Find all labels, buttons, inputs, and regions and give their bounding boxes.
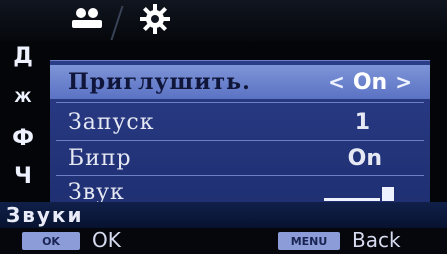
menu-row-beep[interactable]: Бипр On: [50, 141, 430, 175]
people-icon: [67, 6, 107, 36]
volume-level-block: [382, 187, 394, 201]
mute-value-selector[interactable]: < On >: [328, 70, 412, 95]
menu-row-value: 1: [354, 109, 370, 135]
top-tab-bar: [0, 0, 447, 42]
gear-icon: [138, 2, 172, 40]
ok-hint-label: OK: [92, 228, 121, 252]
chevron-left-icon[interactable]: <: [328, 70, 345, 94]
menu-row-mute[interactable]: Приглушить. < On >: [50, 65, 430, 99]
menu-row-label: Бипр: [68, 145, 132, 171]
menu-row-startup[interactable]: Запуск 1: [50, 105, 430, 139]
volume-slider[interactable]: [324, 187, 394, 201]
row-divider: [56, 102, 424, 103]
left-menu-letter: Ж: [14, 90, 32, 106]
volume-track: [324, 198, 380, 201]
menu-row-label: Звук: [68, 179, 125, 205]
menu-row-label: Приглушить.: [68, 69, 251, 95]
left-menu-letter: Д: [13, 44, 33, 69]
back-hint-label: Back: [352, 228, 401, 252]
menu-row-value: On: [352, 69, 388, 95]
tab-settings[interactable]: [120, 4, 190, 38]
bottom-hint-bar: OK OK MENU Back: [0, 228, 447, 254]
ok-key-badge[interactable]: OK: [22, 232, 80, 250]
camera-settings-screen: Д Ж Ф Ч Приглушить. < On > Запуск 1 Бипр…: [0, 0, 447, 254]
chevron-right-icon[interactable]: >: [395, 70, 412, 94]
left-menu-letter: Ч: [14, 164, 32, 189]
menu-row-value: On: [347, 145, 382, 171]
sound-settings-panel: Приглушить. < On > Запуск 1 Бипр On Звук: [50, 60, 430, 206]
menu-row-label: Запуск: [68, 109, 155, 135]
left-menu-letter: Ф: [12, 126, 34, 151]
section-title: Звуки: [0, 202, 447, 228]
menu-key-badge[interactable]: MENU: [278, 232, 340, 250]
